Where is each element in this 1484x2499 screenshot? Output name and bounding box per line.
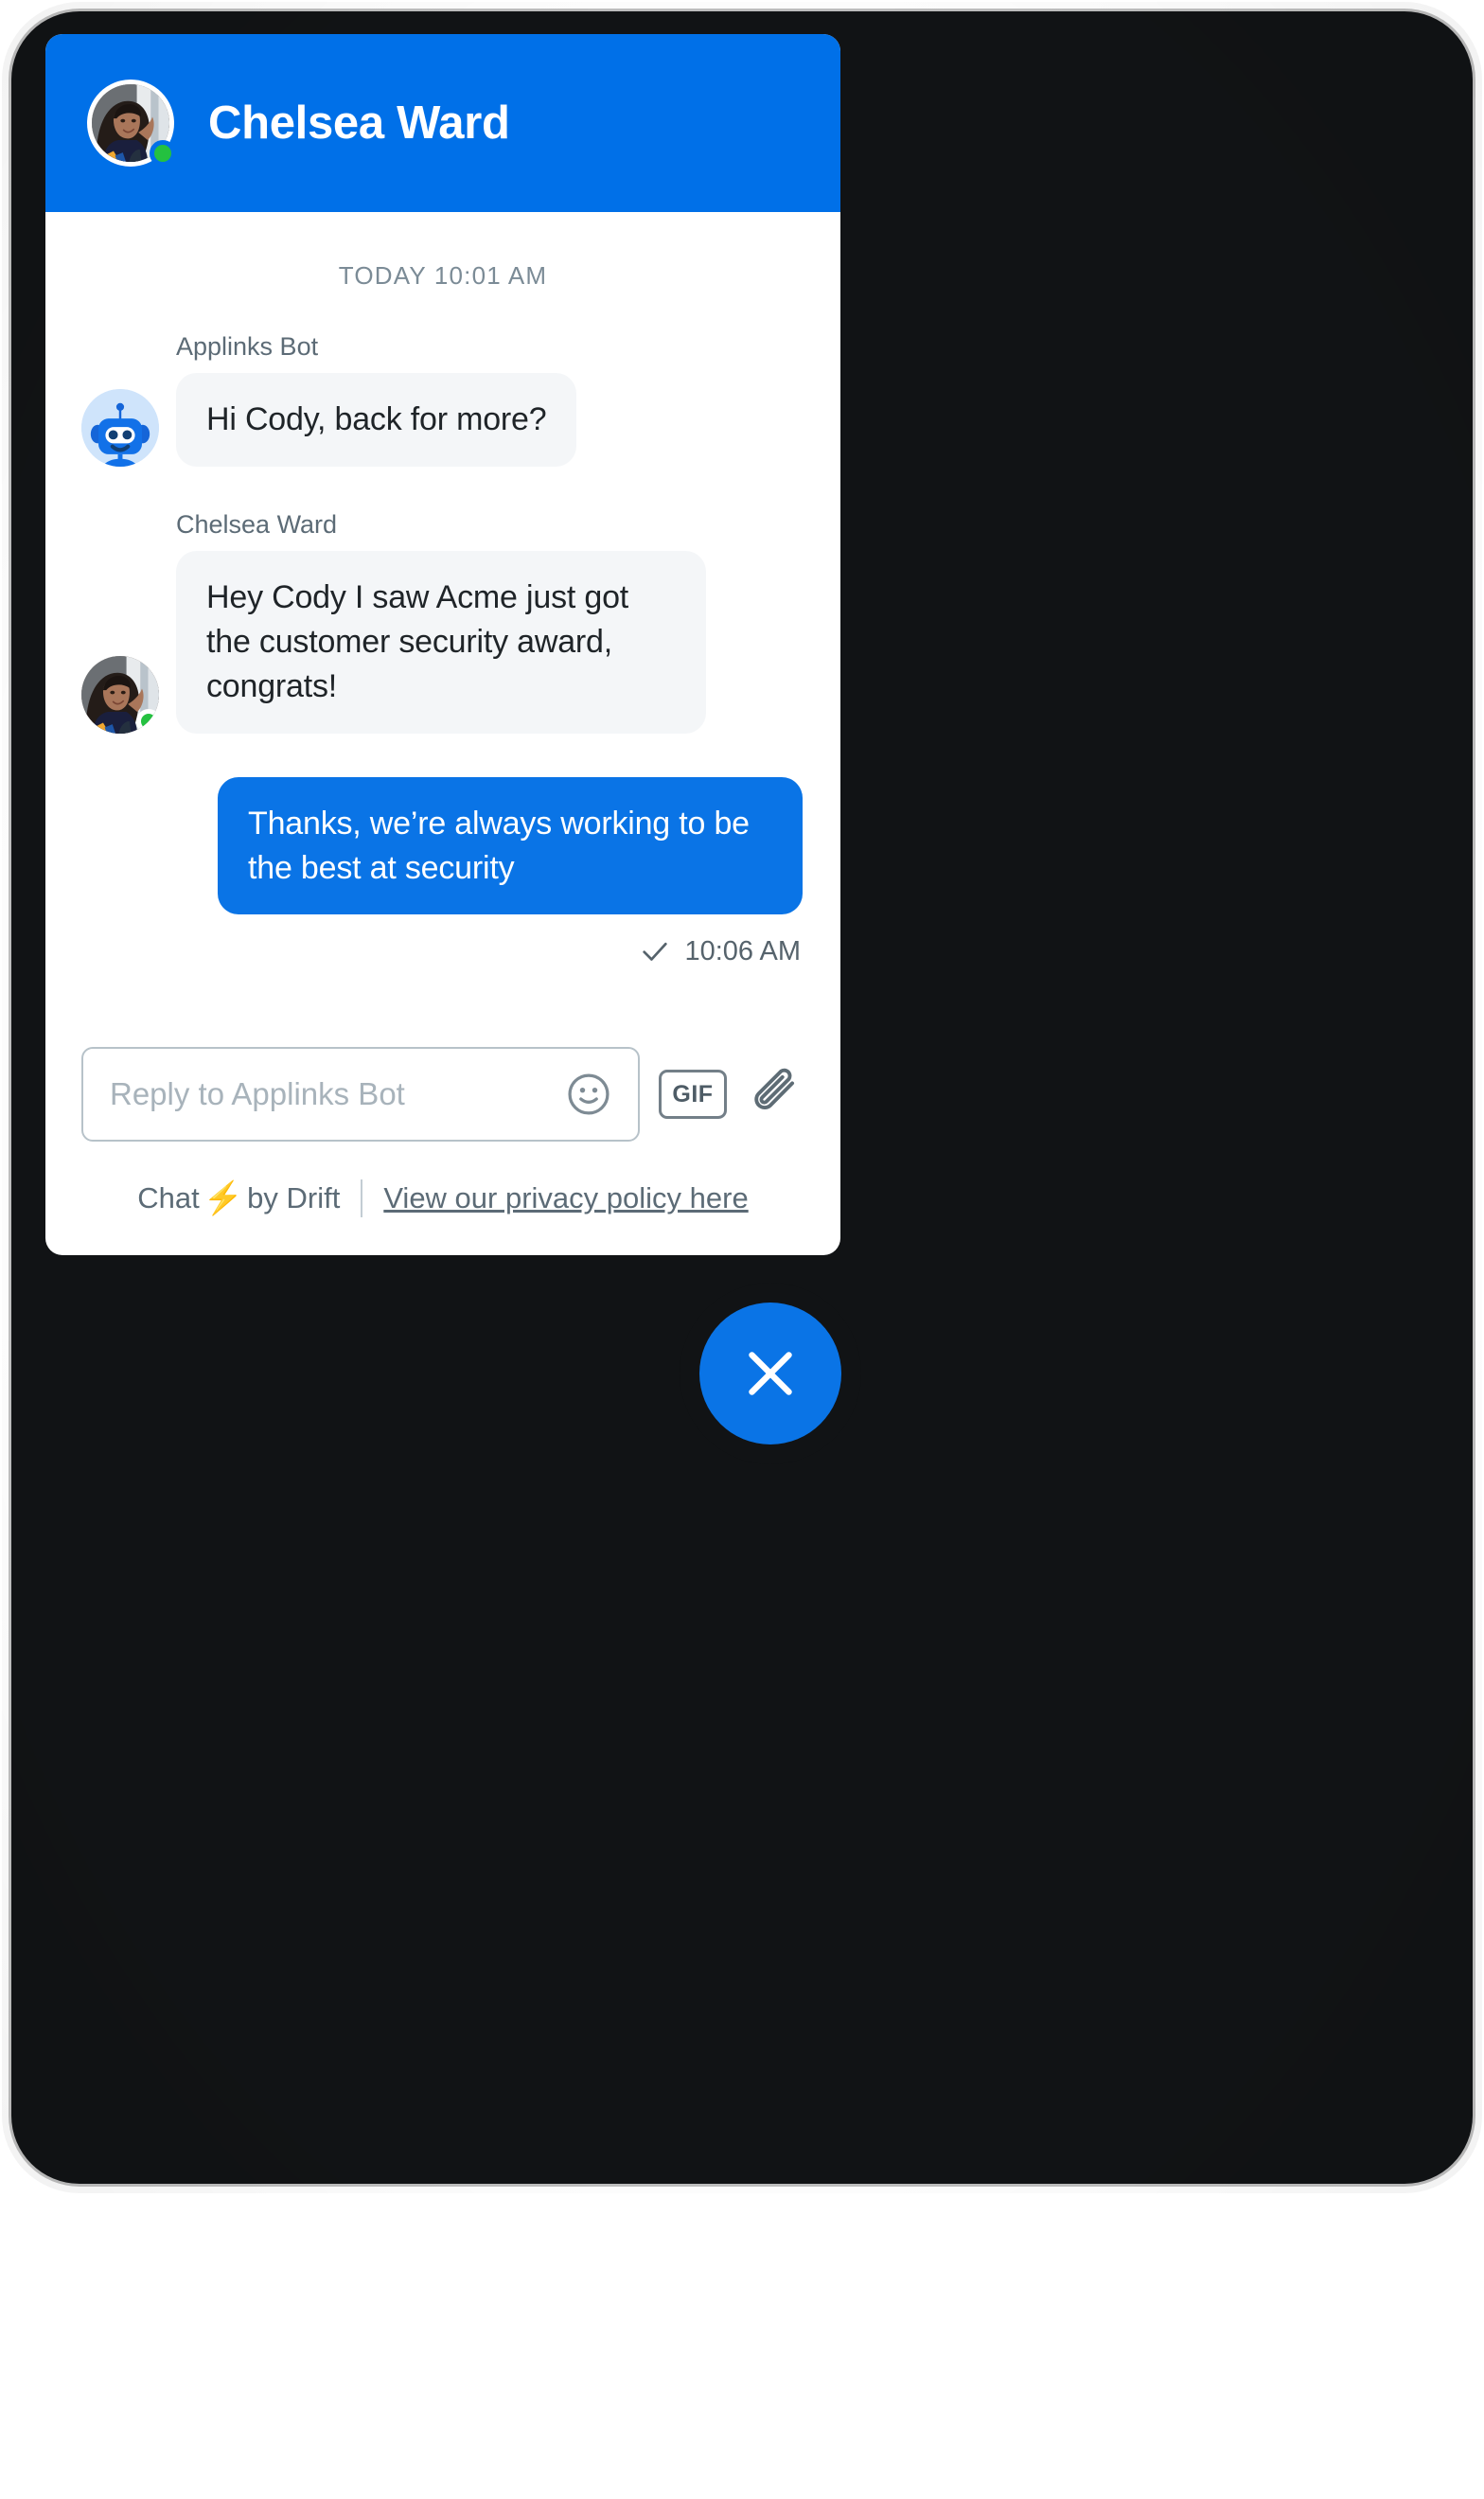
search-input[interactable] [110, 1076, 564, 1112]
robot-avatar [81, 388, 159, 467]
emoji-button[interactable] [564, 1070, 613, 1119]
receipt-time: 10:06 AM [684, 935, 801, 966]
read-receipt: 10:06 AM [81, 935, 804, 967]
bot-avatar-slot [81, 388, 159, 467]
message-row: Thanks, we’re always working to be the b… [81, 776, 804, 915]
message-row: Hi Cody, back for more? [81, 373, 804, 467]
page-title: Chelsea Ward [208, 97, 510, 149]
brand-label: Chat ⚡ by Drift [137, 1181, 340, 1215]
privacy-policy-link[interactable]: View our privacy policy here [383, 1181, 748, 1215]
divider [361, 1179, 363, 1217]
avatar [81, 655, 159, 734]
message-bubble: Hi Cody, back for more? [176, 373, 577, 467]
paperclip-icon [754, 1068, 795, 1109]
message-row: Hey Cody I saw Acme just got the custome… [81, 550, 804, 734]
attachment-button[interactable] [746, 1065, 804, 1124]
lightning-bolt-icon: ⚡ [203, 1180, 244, 1216]
check-icon [643, 943, 668, 962]
message-group-chelsea: Chelsea Ward Hey Cody I saw Acme just go… [81, 510, 804, 734]
message-list[interactable]: TODAY 10:01 AM Applinks Bot Hi Cody, bac… [45, 212, 840, 1047]
close-icon [749, 1352, 792, 1395]
chat-header: Chelsea Ward [45, 34, 840, 212]
smiley-face-icon [568, 1073, 610, 1115]
status-badge [136, 708, 159, 734]
chat-widget: Chelsea Ward TODAY 10:01 AM Applinks Bot [45, 34, 840, 1255]
message-group-bot: Applinks Bot Hi Cody, back for more? [81, 332, 804, 467]
reply-input-box[interactable] [81, 1047, 640, 1142]
fab-shell [680, 1283, 861, 1464]
composer-row: GIF [81, 1047, 804, 1142]
message-bubble: Hey Cody I saw Acme just got the custome… [176, 550, 706, 734]
brand-suffix: by Drift [247, 1181, 341, 1214]
day-divider: TODAY 10:01 AM [338, 261, 548, 290]
sender-label: Chelsea Ward [176, 509, 338, 539]
brand-prefix: Chat [137, 1181, 200, 1214]
gif-button[interactable]: GIF [659, 1070, 727, 1119]
composer: GIF [45, 1047, 840, 1142]
sender-label: Applinks Bot [176, 332, 319, 361]
status-badge [150, 140, 176, 167]
widget-footer: Chat ⚡ by Drift View our privacy policy … [45, 1142, 840, 1255]
screenshot-root: Chelsea Ward TODAY 10:01 AM Applinks Bot [0, 0, 1484, 2499]
close-chat-button[interactable] [699, 1303, 841, 1444]
user-avatar-slot [81, 655, 159, 734]
message-group-outgoing: Thanks, we’re always working to be the b… [81, 776, 804, 968]
robot-icon [81, 388, 159, 467]
message-bubble: Thanks, we’re always working to be the b… [218, 776, 803, 915]
header-avatar-wrap[interactable] [87, 80, 176, 167]
